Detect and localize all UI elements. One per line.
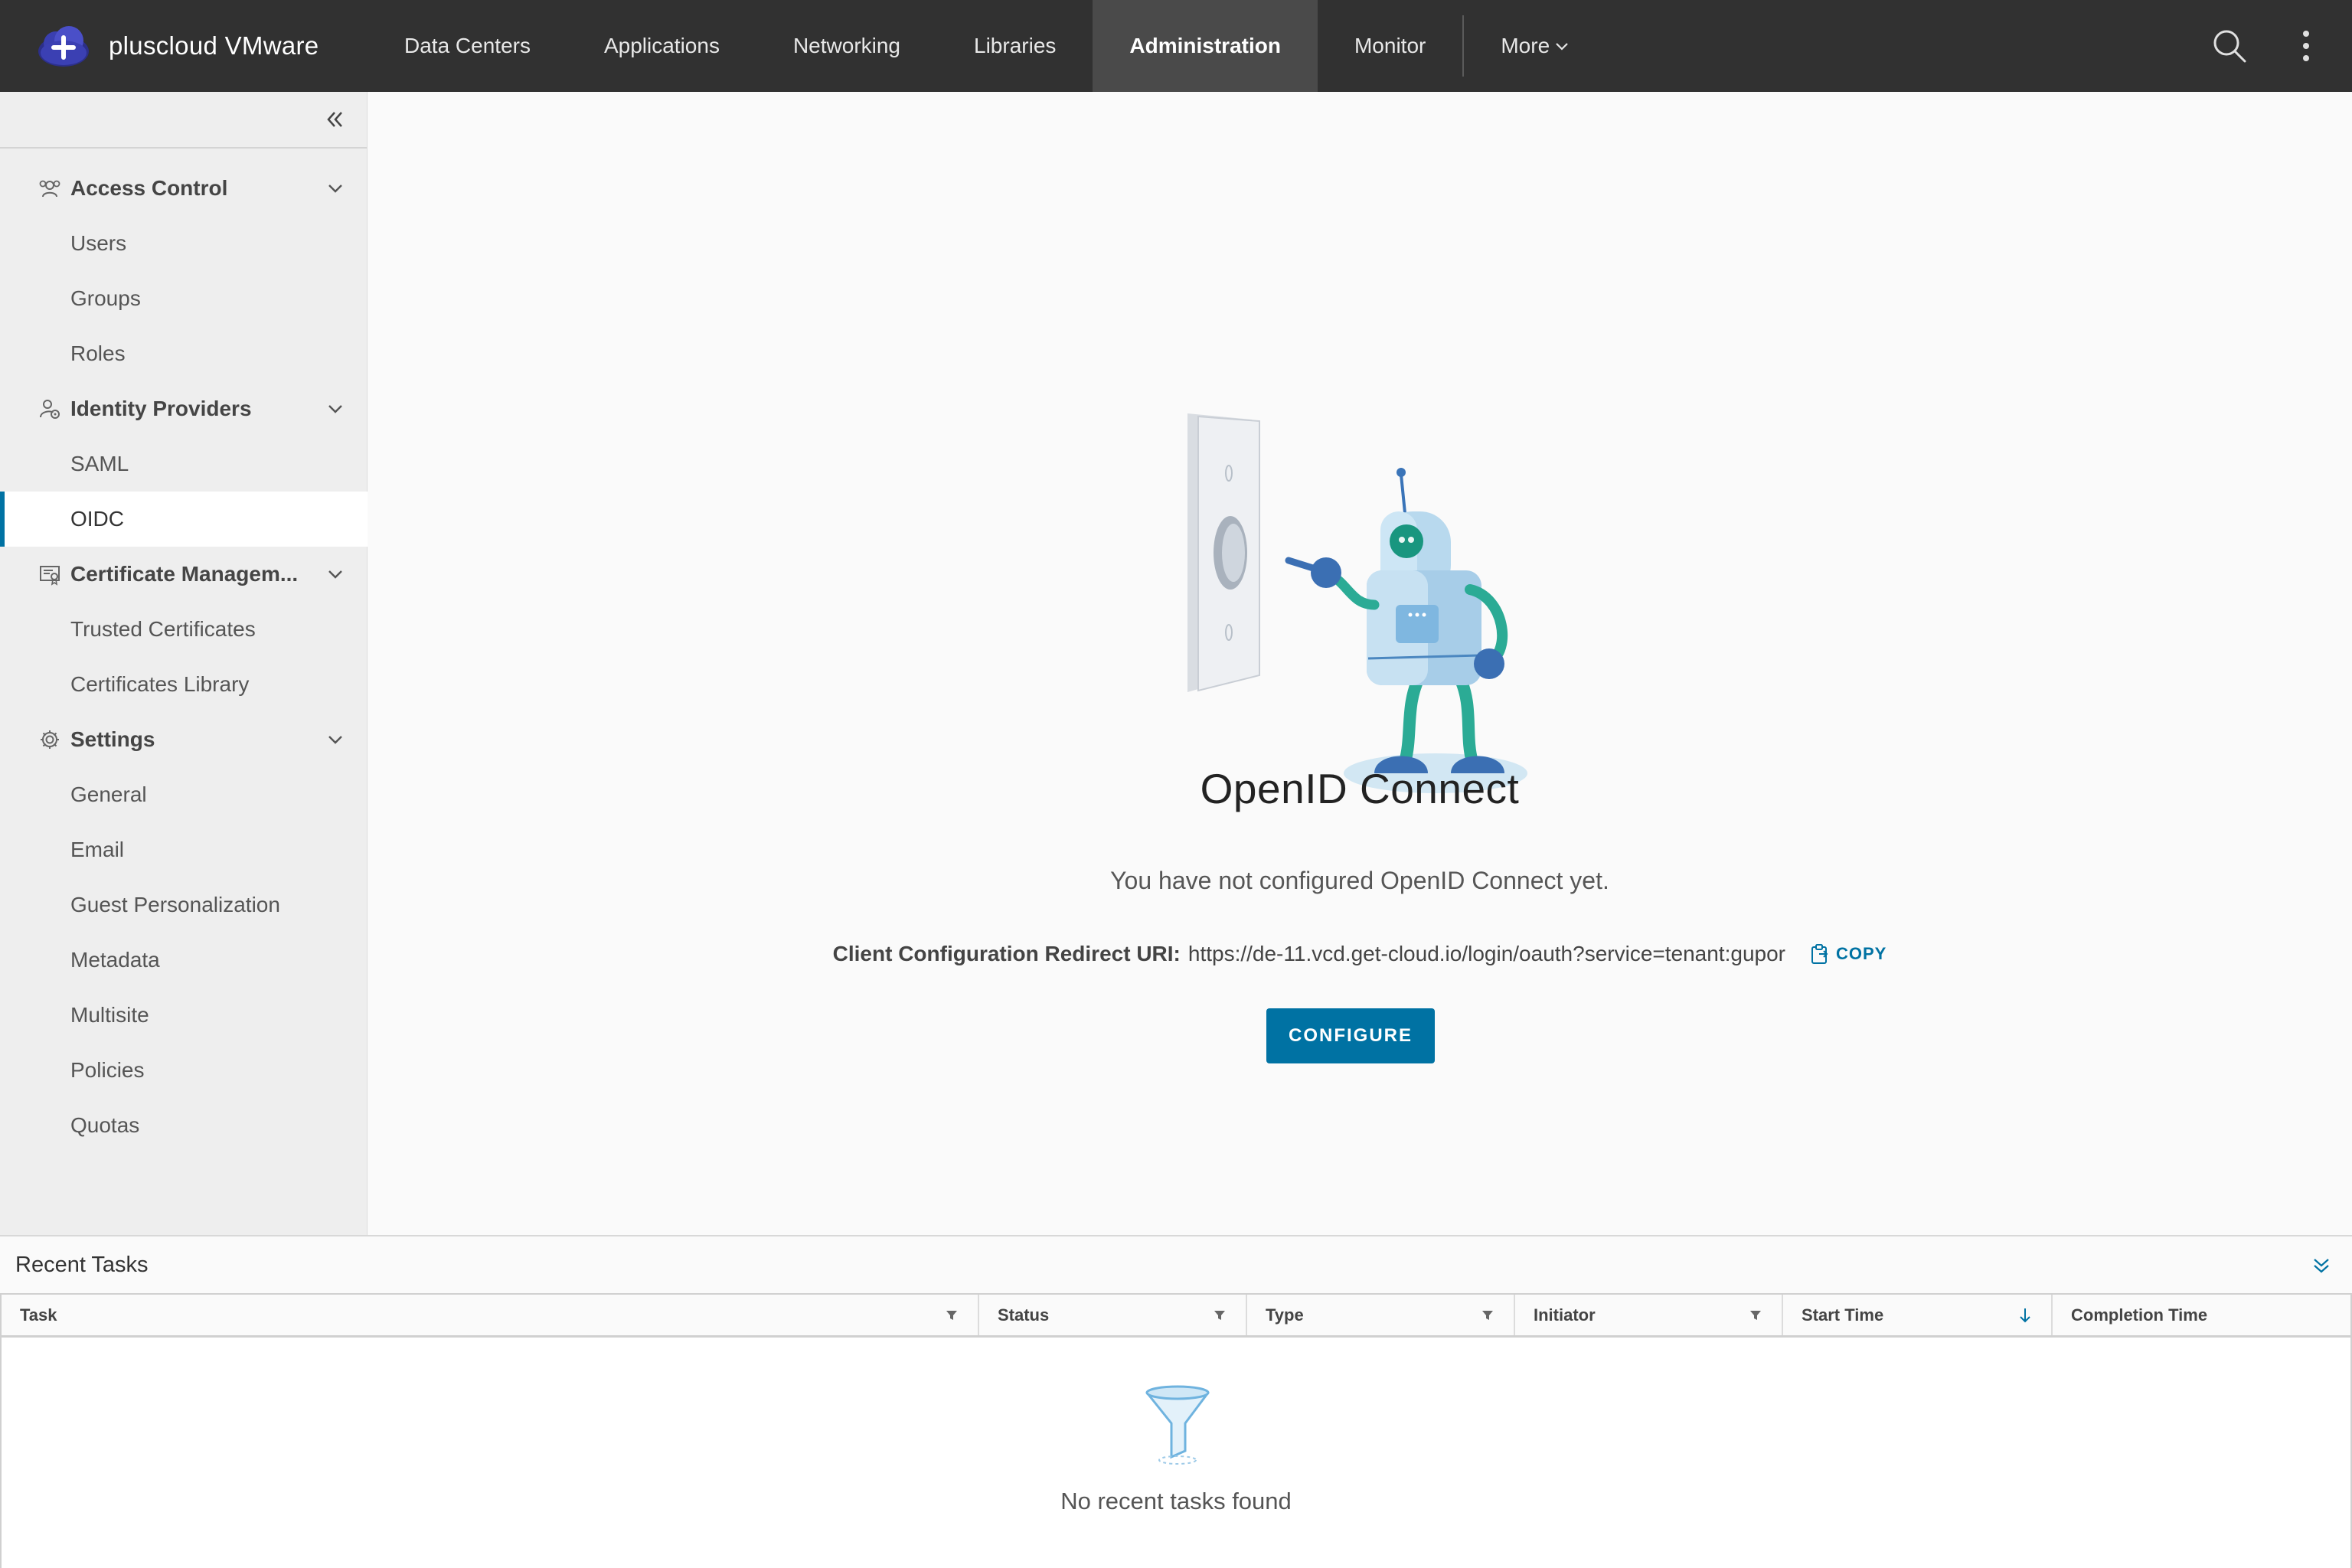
sidebar-item-users[interactable]: Users <box>0 216 367 271</box>
filter-icon[interactable] <box>944 1308 959 1323</box>
robot-illustration <box>1187 413 1527 793</box>
nav-monitor[interactable]: Monitor <box>1318 0 1462 92</box>
sidebar-item-saml[interactable]: SAML <box>0 436 367 492</box>
identity-icon <box>37 396 63 422</box>
gear-icon <box>37 727 63 753</box>
sidebar-item-certificates-library[interactable]: Certificates Library <box>0 657 367 712</box>
chevron-down-icon <box>1556 43 1568 51</box>
sort-descending-icon[interactable] <box>2017 1308 2033 1323</box>
chevron-down-icon <box>323 727 348 752</box>
funnel-icon <box>1145 1385 1210 1465</box>
copy-button[interactable]: COPY <box>1810 943 1886 965</box>
chevron-down-icon <box>323 176 348 201</box>
filter-icon[interactable] <box>1480 1308 1495 1323</box>
column-header-label: Initiator <box>1534 1305 1596 1325</box>
users-icon <box>37 175 63 201</box>
column-header-label: Completion Time <box>2071 1305 2208 1325</box>
recent-tasks-panel: Recent Tasks Task Status Type Initiator … <box>0 1235 2352 1568</box>
column-start-time[interactable]: Start Time <box>1783 1295 2053 1335</box>
sidebar-group-label: Identity Providers <box>70 397 252 420</box>
header-actions <box>2211 0 2352 92</box>
filter-icon[interactable] <box>1212 1308 1227 1323</box>
nav-more[interactable]: More <box>1464 0 1606 92</box>
main-content: OpenID Connect You have not configured O… <box>368 92 2352 1235</box>
configure-button[interactable]: CONFIGURE <box>1266 1008 1435 1063</box>
nav-networking[interactable]: Networking <box>756 0 937 92</box>
sidebar-group-label: Settings <box>70 727 155 751</box>
redirect-uri-value: https://de-11.vcd.get-cloud.io/login/oau… <box>1187 942 1785 965</box>
sidebar-item-quotas[interactable]: Quotas <box>0 1098 367 1153</box>
certificate-icon <box>37 561 63 587</box>
search-icon[interactable] <box>2211 28 2248 64</box>
sidebar: Access Control Users Groups Roles Identi… <box>0 92 368 1235</box>
redirect-uri-label: Client Configuration Redirect URI: <box>832 942 1181 965</box>
main-nav: Data Centers Applications Networking Lib… <box>368 0 1606 92</box>
column-task[interactable]: Task <box>2 1295 979 1335</box>
column-type[interactable]: Type <box>1247 1295 1515 1335</box>
sidebar-item-general[interactable]: General <box>0 767 367 822</box>
filter-icon[interactable] <box>1748 1308 1763 1323</box>
grid-header: Task Status Type Initiator Start Time Co… <box>2 1295 2350 1338</box>
sidebar-group-label: Certificate Managem... <box>70 562 299 586</box>
sidebar-collapse-row <box>0 92 367 149</box>
brand-name: pluscloud VMware <box>109 31 319 60</box>
sidebar-item-guest-personalization[interactable]: Guest Personalization <box>0 877 367 933</box>
kebab-menu-icon[interactable] <box>2288 28 2324 64</box>
sidebar-group-identity-providers[interactable]: Identity Providers <box>0 381 367 436</box>
sidebar-group-access-control[interactable]: Access Control <box>0 161 367 216</box>
nav-data-centers[interactable]: Data Centers <box>368 0 567 92</box>
double-chevron-down-icon[interactable] <box>2308 1252 2335 1279</box>
sidebar-item-metadata[interactable]: Metadata <box>0 933 367 988</box>
column-completion-time[interactable]: Completion Time <box>2053 1295 2350 1335</box>
sidebar-item-roles[interactable]: Roles <box>0 326 367 381</box>
top-header: pluscloud VMware Data Centers Applicatio… <box>0 0 2352 92</box>
chevron-down-icon <box>323 397 348 421</box>
cloud-logo-icon <box>38 26 89 67</box>
sidebar-group-settings[interactable]: Settings <box>0 712 367 767</box>
page-description: You have not configured OpenID Connect y… <box>1110 867 1609 894</box>
empty-state-text: No recent tasks found <box>1060 1488 1292 1514</box>
column-header-label: Start Time <box>1802 1305 1884 1325</box>
double-chevron-left-icon[interactable] <box>319 104 350 135</box>
sidebar-item-groups[interactable]: Groups <box>0 271 367 326</box>
chevron-down-icon <box>323 562 348 586</box>
sidebar-item-oidc[interactable]: OIDC <box>0 492 368 547</box>
copy-label: COPY <box>1835 944 1887 963</box>
nav-libraries[interactable]: Libraries <box>937 0 1093 92</box>
column-status[interactable]: Status <box>979 1295 1247 1335</box>
recent-tasks-grid: Task Status Type Initiator Start Time Co… <box>0 1293 2352 1568</box>
column-header-label: Task <box>20 1305 57 1325</box>
clipboard-icon <box>1811 944 1828 964</box>
column-header-label: Type <box>1266 1305 1304 1325</box>
sidebar-item-email[interactable]: Email <box>0 822 367 877</box>
sidebar-item-policies[interactable]: Policies <box>0 1043 367 1098</box>
brand[interactable]: pluscloud VMware <box>0 0 368 92</box>
column-initiator[interactable]: Initiator <box>1515 1295 1783 1335</box>
sidebar-group-label: Access Control <box>70 176 228 200</box>
nav-applications[interactable]: Applications <box>567 0 756 92</box>
sidebar-group-certificate-management[interactable]: Certificate Managem... <box>0 547 367 602</box>
sidebar-item-multisite[interactable]: Multisite <box>0 988 367 1043</box>
page-title: OpenID Connect <box>1200 765 1520 812</box>
recent-tasks-title: Recent Tasks <box>15 1252 149 1277</box>
empty-state: No recent tasks found <box>2 1338 2350 1567</box>
sidebar-menu: Access Control Users Groups Roles Identi… <box>0 149 368 1153</box>
sidebar-item-trusted-certificates[interactable]: Trusted Certificates <box>0 602 367 657</box>
redirect-uri-row: Client Configuration Redirect URI: https… <box>368 942 2352 966</box>
nav-administration[interactable]: Administration <box>1093 0 1318 92</box>
nav-more-label: More <box>1501 34 1550 57</box>
column-header-label: Status <box>998 1305 1050 1325</box>
